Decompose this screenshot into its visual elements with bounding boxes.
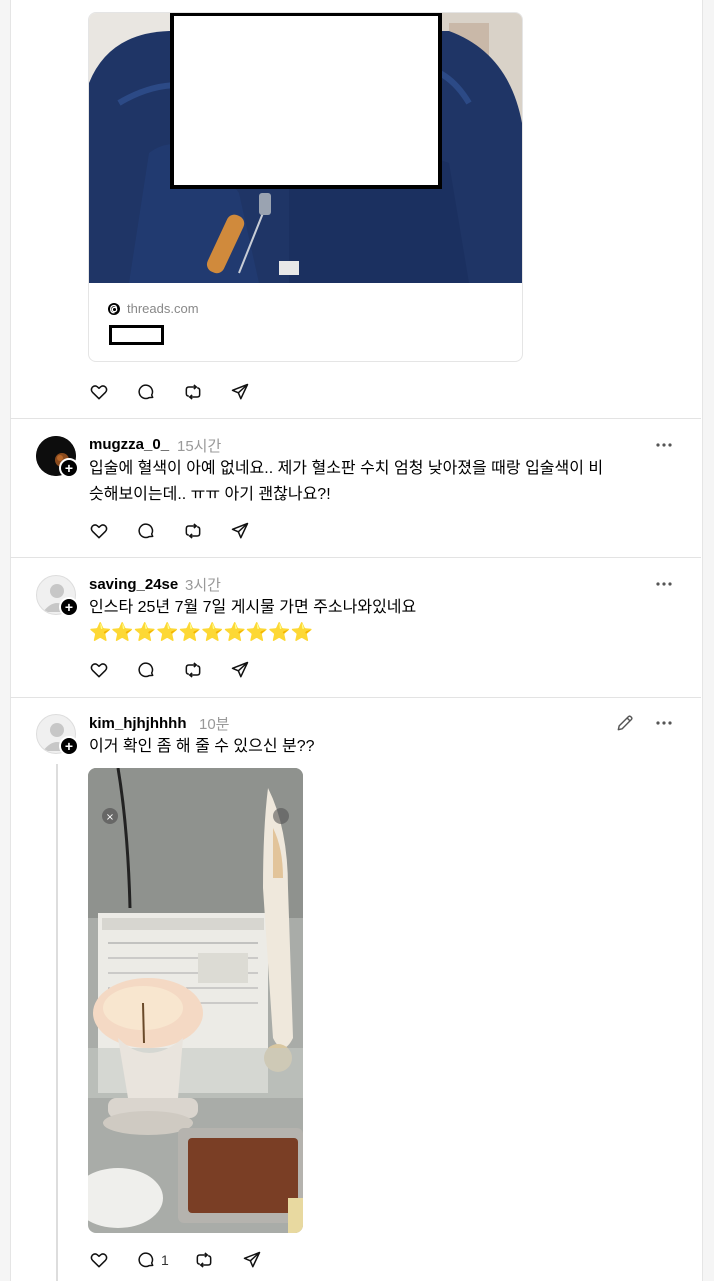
reply-button[interactable] bbox=[135, 381, 157, 403]
send-icon bbox=[231, 661, 249, 678]
comment-username[interactable]: saving_24se bbox=[89, 576, 178, 593]
repost-button[interactable] bbox=[193, 1249, 215, 1271]
repost-button[interactable] bbox=[182, 659, 204, 681]
more-options-button[interactable] bbox=[653, 712, 675, 734]
repost-icon bbox=[185, 662, 201, 678]
repost-button[interactable] bbox=[182, 381, 204, 403]
comment-text: 이거 확인 좀 해 줄 수 있으신 분?? bbox=[89, 738, 315, 755]
more-options-button[interactable] bbox=[653, 434, 675, 456]
comment-icon bbox=[138, 662, 154, 678]
divider bbox=[10, 557, 701, 558]
share-button[interactable] bbox=[229, 381, 251, 403]
like-button[interactable] bbox=[88, 520, 110, 542]
divider bbox=[10, 418, 701, 419]
share-button[interactable] bbox=[241, 1249, 263, 1271]
link-domain: threads.com bbox=[127, 301, 199, 316]
pencil-icon bbox=[617, 715, 633, 731]
attached-image[interactable]: × bbox=[88, 768, 303, 1233]
reply-button[interactable] bbox=[135, 520, 157, 542]
repost-button[interactable] bbox=[182, 520, 204, 542]
send-icon bbox=[243, 1251, 261, 1268]
reply-button[interactable] bbox=[135, 1249, 157, 1271]
follow-plus-icon[interactable]: + bbox=[59, 597, 79, 617]
heart-icon bbox=[90, 1253, 108, 1268]
repost-icon bbox=[185, 384, 201, 400]
edit-button[interactable] bbox=[614, 712, 636, 734]
comment-username[interactable]: kim_hjhjhhhh bbox=[89, 715, 187, 732]
redacted-title-box bbox=[109, 325, 164, 345]
link-preview-card[interactable]: threads.com bbox=[88, 12, 523, 362]
thread-line bbox=[56, 764, 58, 1281]
heart-icon bbox=[90, 663, 108, 678]
reply-button[interactable] bbox=[135, 659, 157, 681]
send-icon bbox=[231, 522, 249, 539]
comment-icon bbox=[138, 384, 154, 400]
star-emoji-row: ⭐⭐⭐⭐⭐⭐⭐⭐⭐⭐ bbox=[89, 622, 314, 642]
heart-icon bbox=[90, 385, 108, 400]
comment-icon bbox=[138, 523, 154, 539]
link-source: threads.com bbox=[107, 301, 199, 316]
comment-text: 입술에 혈색이 아예 없네요.. 제가 혈소판 수치 엄청 낮아졌을 때랑 입술… bbox=[89, 460, 604, 503]
link-preview-image bbox=[89, 13, 522, 283]
comment-time[interactable]: 15시간 bbox=[177, 435, 221, 456]
repost-icon bbox=[196, 1252, 212, 1268]
divider bbox=[10, 697, 701, 698]
comment-username[interactable]: mugzza_0_ bbox=[89, 436, 169, 453]
send-icon bbox=[231, 383, 249, 400]
threads-logo-icon bbox=[108, 302, 120, 315]
follow-plus-icon[interactable]: + bbox=[59, 736, 79, 756]
repost-icon bbox=[185, 523, 201, 539]
heart-icon bbox=[90, 524, 108, 539]
reply-count: 1 bbox=[161, 1252, 169, 1268]
comment-time[interactable]: 3시간 bbox=[185, 574, 221, 595]
more-dots-icon bbox=[656, 721, 672, 725]
more-dots-icon bbox=[656, 582, 672, 586]
follow-plus-icon[interactable]: + bbox=[59, 458, 79, 478]
like-button[interactable] bbox=[88, 659, 110, 681]
more-options-button[interactable] bbox=[653, 573, 675, 595]
comment-text: 인스타 25년 7월 7일 게시물 가면 주소나와있네요 bbox=[89, 599, 417, 616]
share-button[interactable] bbox=[229, 520, 251, 542]
comment-icon bbox=[138, 1252, 154, 1268]
svg-text:×: × bbox=[106, 812, 114, 823]
comment-time[interactable]: 10분 bbox=[199, 713, 230, 734]
more-dots-icon bbox=[656, 443, 672, 447]
like-button[interactable] bbox=[88, 1249, 110, 1271]
share-button[interactable] bbox=[229, 659, 251, 681]
like-button[interactable] bbox=[88, 381, 110, 403]
